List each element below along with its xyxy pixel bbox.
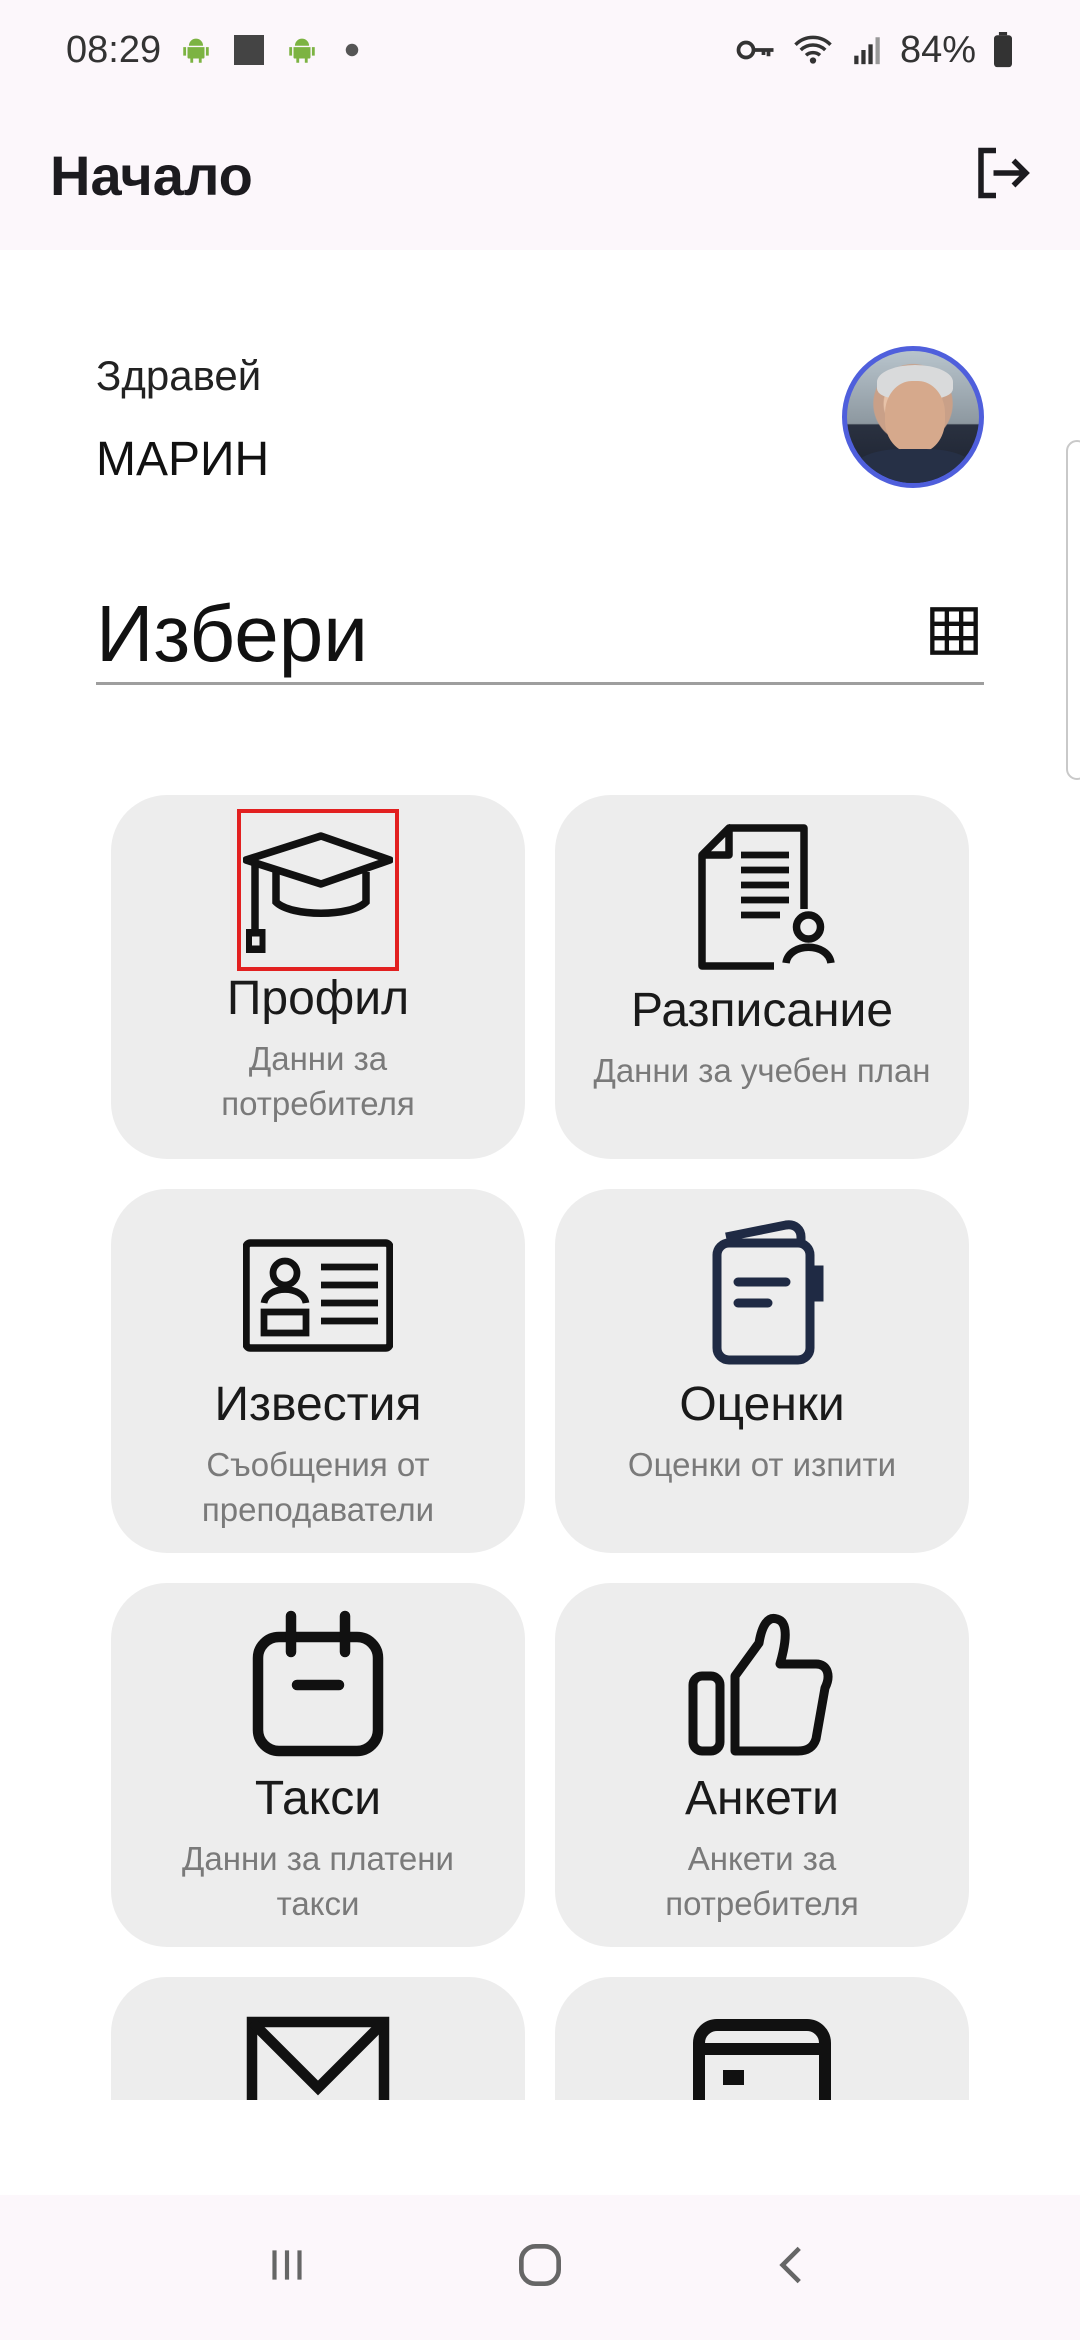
- tile-subtitle: Анкети за потребителя: [665, 1840, 859, 1922]
- app-bar: Начало: [0, 100, 1080, 250]
- tile-schedule[interactable]: Разписание Данни за учебен план: [555, 795, 969, 1159]
- tile-subtitle: Оценки от изпити: [627, 1446, 897, 1483]
- grid-view-button[interactable]: [924, 604, 984, 664]
- tile-title: Анкети: [685, 1772, 839, 1825]
- battery-percent: 84%: [899, 28, 976, 71]
- tile-subtitle: Данни за потребителя: [221, 1040, 415, 1122]
- status-bar: 08:29 84%: [0, 0, 1080, 100]
- avatar[interactable]: [842, 346, 984, 488]
- calendar-icon: [238, 1605, 398, 1765]
- home-icon: [512, 2237, 568, 2298]
- section-title: Избери: [96, 588, 368, 678]
- card-icon: [682, 1999, 842, 2100]
- tile-title: Оценки: [679, 1378, 845, 1431]
- envelope-icon: [238, 1999, 398, 2100]
- back-button[interactable]: [748, 2223, 838, 2313]
- tile-profile[interactable]: Профил Данни за потребителя: [111, 795, 525, 1159]
- tile-grades[interactable]: Оценки Оценки от изпити: [555, 1189, 969, 1553]
- signal-icon: [850, 33, 884, 67]
- menu-grid: Профил Данни за потребителя Разписание Д…: [0, 780, 1080, 2100]
- home-button[interactable]: [495, 2223, 585, 2313]
- system-nav-bar: [0, 2195, 1080, 2340]
- logout-button[interactable]: [966, 140, 1036, 210]
- tile-card[interactable]: [555, 1977, 969, 2100]
- tile-notifications[interactable]: Известия Съобщения от преподаватели: [111, 1189, 525, 1553]
- status-time: 08:29: [66, 28, 162, 71]
- section-header: Избери: [96, 585, 984, 685]
- tile-title: Такси: [254, 1772, 382, 1825]
- key-icon: [736, 35, 776, 65]
- status-right: 84%: [736, 29, 1014, 72]
- tile-title: Профил: [226, 972, 410, 1025]
- wifi-icon: [792, 32, 834, 68]
- android-icon: [285, 33, 319, 67]
- tile-title: Разписание: [630, 984, 894, 1037]
- id-card-icon: [238, 1211, 398, 1371]
- recent-apps-icon: [262, 2240, 312, 2295]
- tile-messages[interactable]: [111, 1977, 525, 2100]
- thumbs-up-icon: [682, 1605, 842, 1765]
- battery-icon: [992, 32, 1014, 68]
- tile-subtitle: Съобщения от преподаватели: [201, 1446, 435, 1528]
- tile-title: Известия: [214, 1378, 422, 1431]
- document-user-icon: [682, 817, 842, 977]
- status-left: 08:29: [66, 29, 367, 72]
- square-notification-icon: [231, 32, 267, 68]
- tile-surveys[interactable]: Анкети Анкети за потребителя: [555, 1583, 969, 1947]
- tile-subtitle: Данни за платени такси: [182, 1840, 454, 1922]
- android-icon: [179, 33, 213, 67]
- notebook-icon: [682, 1211, 842, 1371]
- recent-apps-button[interactable]: [242, 2223, 332, 2313]
- tile-subtitle: Данни за учебен план: [593, 1052, 931, 1089]
- grid-view-icon: [928, 605, 980, 662]
- avatar-face: [885, 381, 945, 453]
- avatar-shirt: [853, 449, 975, 483]
- scroll-indicator[interactable]: [1066, 440, 1080, 780]
- page-title: Начало: [50, 143, 253, 207]
- dot-icon: [337, 35, 367, 65]
- back-icon: [768, 2240, 818, 2295]
- graduation-cap-icon: [237, 809, 399, 971]
- tile-fees[interactable]: Такси Данни за платени такси: [111, 1583, 525, 1947]
- logout-icon: [971, 143, 1031, 208]
